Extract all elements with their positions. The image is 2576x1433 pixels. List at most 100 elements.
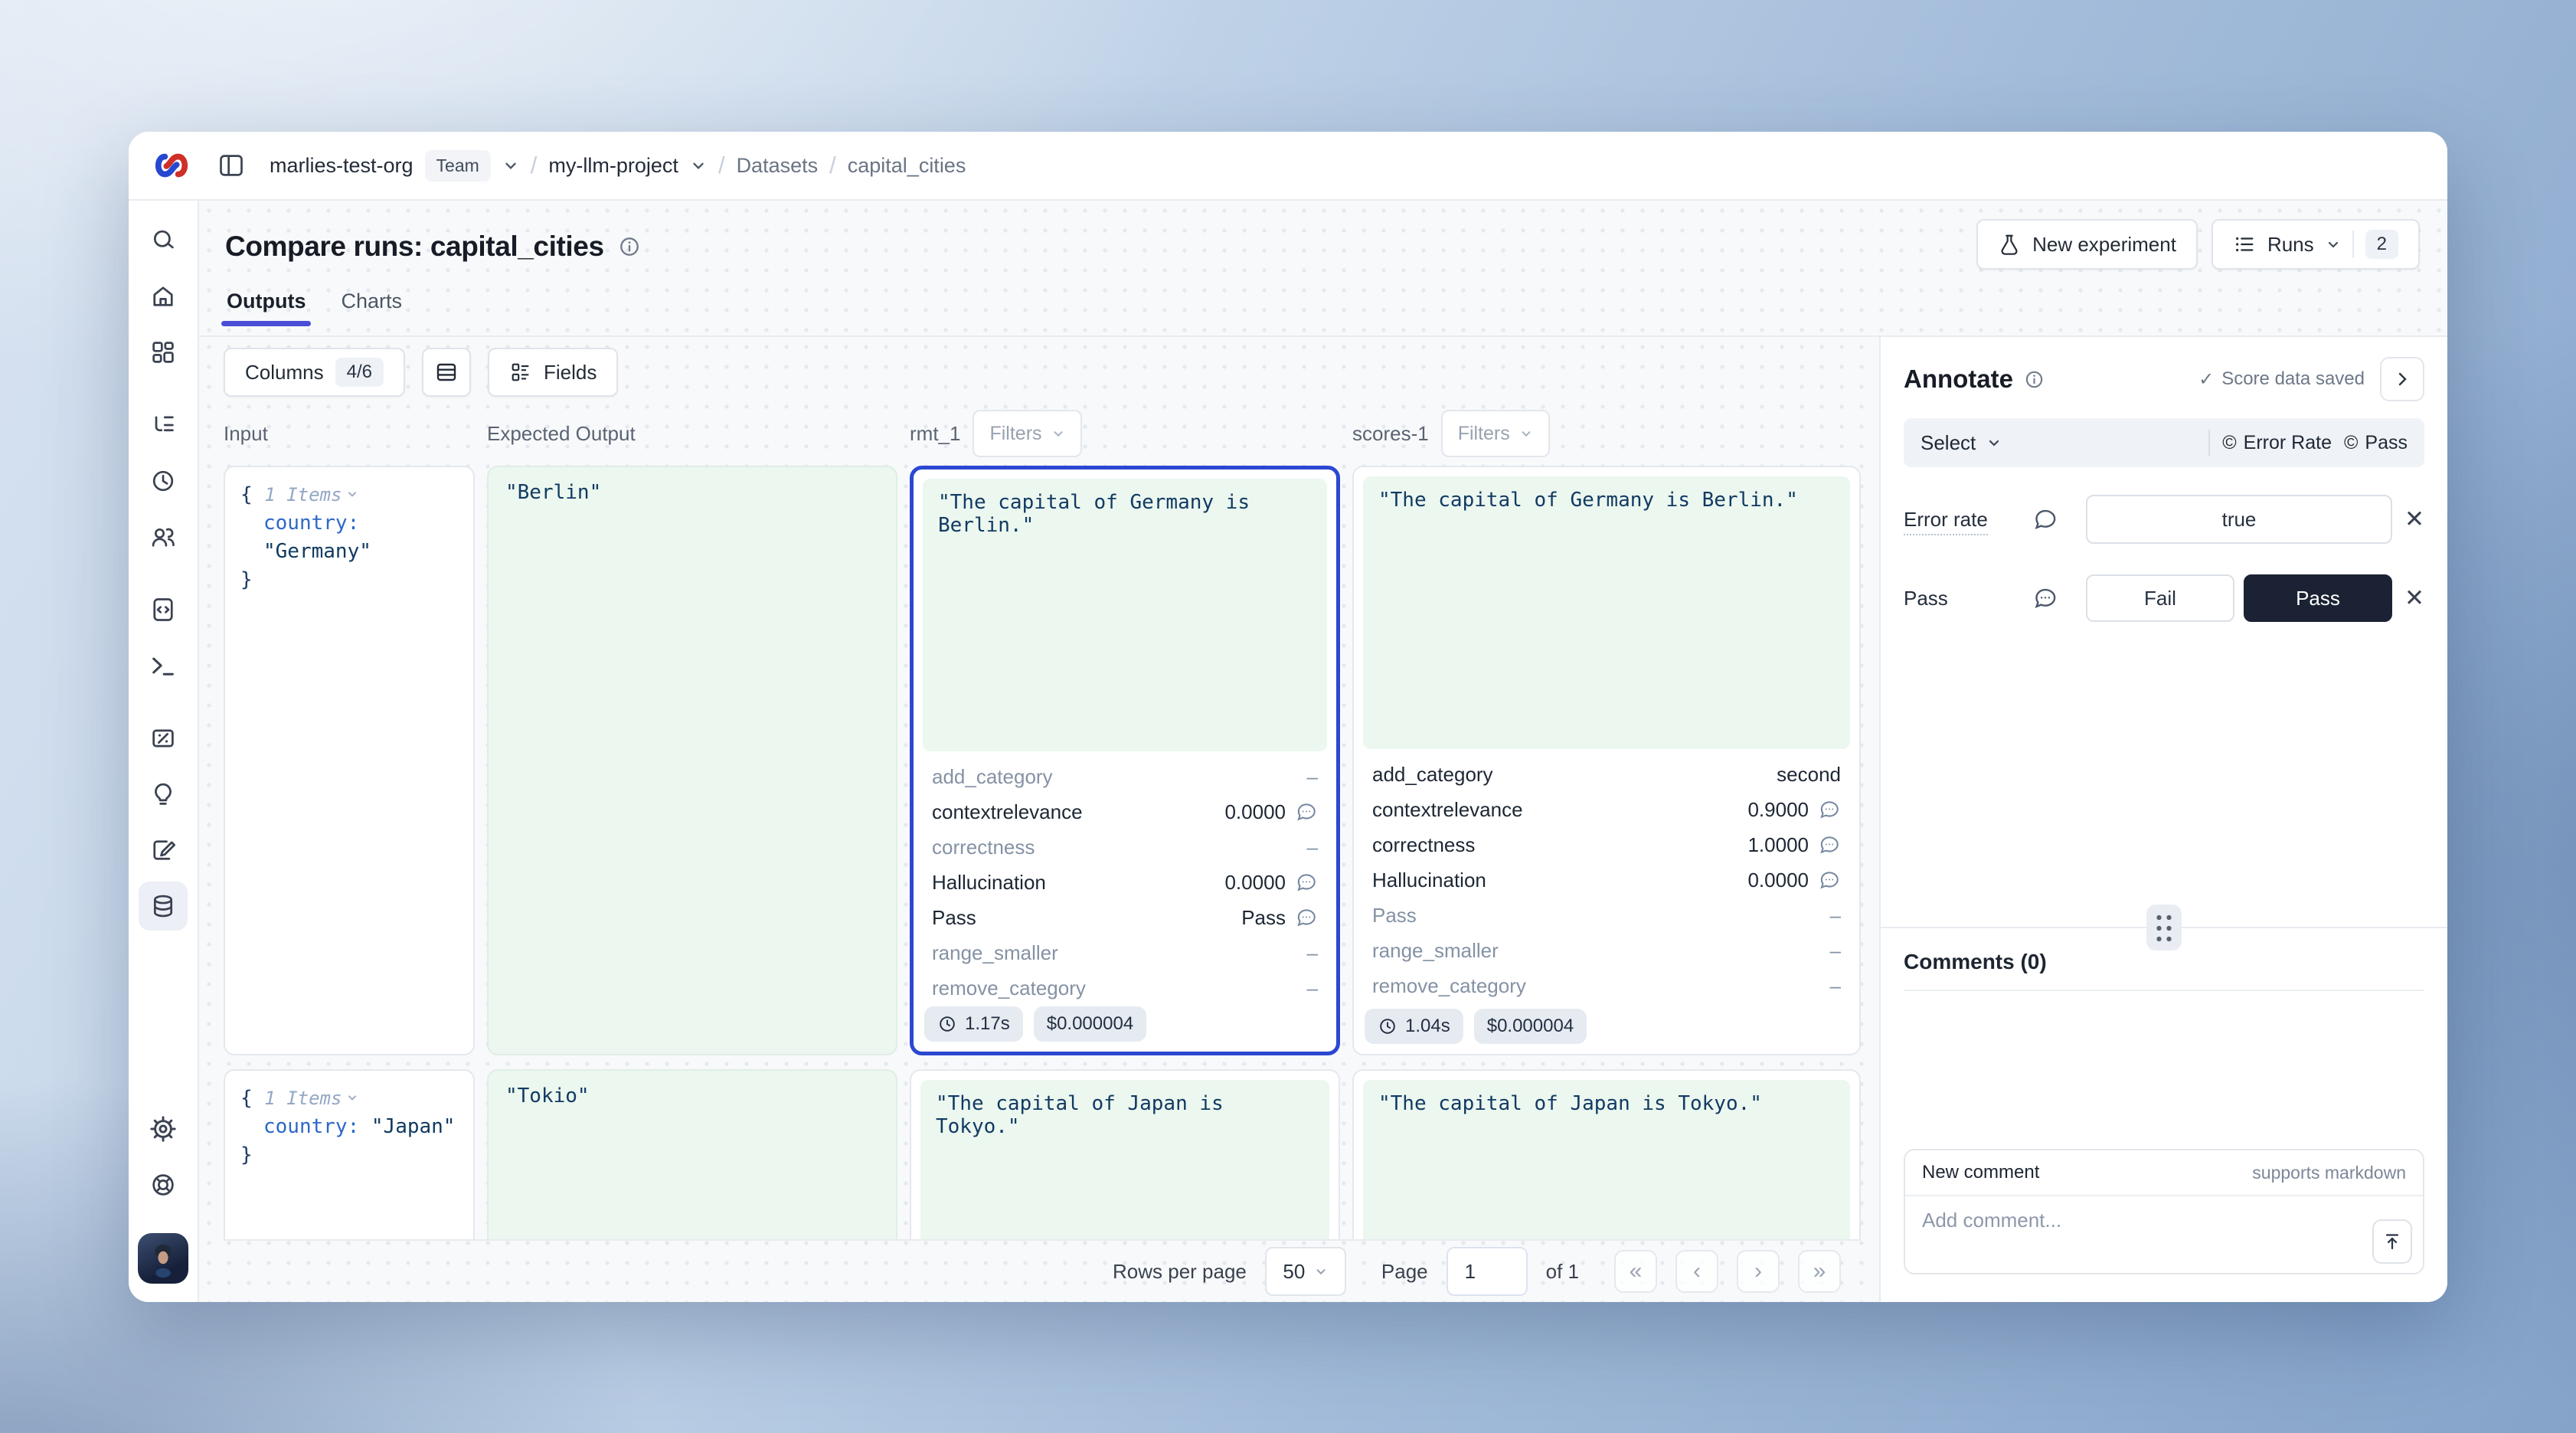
rows-per-page-select[interactable]: 50	[1265, 1247, 1346, 1296]
metric-name: Hallucination	[1372, 869, 1486, 892]
home-icon[interactable]	[139, 272, 188, 321]
info-icon[interactable]	[618, 235, 641, 258]
history-clock-icon[interactable]	[139, 456, 188, 505]
tab-charts[interactable]: Charts	[341, 290, 402, 326]
spec-chip-pass[interactable]: © Pass	[2344, 432, 2408, 454]
fields-button[interactable]: Fields	[488, 348, 618, 397]
metric-name: contextrelevance	[1372, 798, 1523, 822]
submit-comment-button[interactable]	[2372, 1219, 2412, 1264]
metric-name: contextrelevance	[932, 800, 1083, 824]
tab-bar: Outputs Charts	[225, 290, 2421, 326]
expected-output-cell[interactable]: "Tokio"	[487, 1069, 897, 1239]
breadcrumb-page[interactable]: capital_cities	[848, 154, 966, 178]
annotation-spec-icon: ©	[2344, 433, 2358, 453]
metric-value: –	[1307, 977, 1318, 1000]
scores-1-output-cell[interactable]: "The capital of Germany is Berlin." add_…	[1352, 466, 1861, 1055]
code-file-icon[interactable]	[139, 585, 188, 634]
comment-bubble-icon[interactable]	[1295, 906, 1318, 929]
chevron-right-icon	[2393, 370, 2411, 388]
clear-pass-button[interactable]: ✕	[2404, 584, 2424, 612]
boards-grid-icon[interactable]	[139, 328, 188, 377]
first-page-button[interactable]: «	[1614, 1250, 1657, 1293]
insights-bulb-icon[interactable]	[139, 770, 188, 819]
user-avatar[interactable]	[138, 1233, 188, 1284]
metric-row: Hallucination0.0000	[1372, 862, 1841, 898]
comment-bubble-icon[interactable]	[1295, 871, 1318, 894]
comment-bubble-dots-icon[interactable]	[2032, 585, 2086, 611]
chevron-down-icon[interactable]	[502, 157, 519, 174]
help-lifebuoy-icon[interactable]	[139, 1160, 188, 1209]
last-page-button[interactable]: »	[1798, 1250, 1841, 1293]
comment-bubble-icon[interactable]	[1818, 833, 1841, 856]
teams-users-icon[interactable]	[139, 512, 188, 561]
filters-button-scores-1[interactable]: Filters	[1441, 410, 1550, 457]
table-row: { 1 Items country: "Japan" } "Tokio" "Th…	[224, 1069, 1861, 1239]
chevron-down-icon	[1051, 427, 1065, 440]
metric-row: Pass–	[1372, 898, 1841, 933]
previous-page-button[interactable]: ‹	[1675, 1250, 1718, 1293]
columns-count-badge: 4/6	[335, 358, 384, 387]
select-dropdown[interactable]: Select	[1921, 431, 2002, 455]
new-experiment-button[interactable]: New experiment	[1976, 219, 2198, 270]
filters-button-rmt-1[interactable]: Filters	[973, 410, 1081, 457]
tab-outputs[interactable]: Outputs	[227, 290, 306, 326]
metric-row: contextrelevance0.9000	[1372, 792, 1841, 827]
settings-gear-icon[interactable]	[139, 1104, 188, 1153]
json-items-label[interactable]: 1 Items	[264, 484, 342, 505]
next-page-button[interactable]: ›	[1737, 1250, 1780, 1293]
model-output-text: "The capital of Japan is Tokyo."	[920, 1080, 1329, 1239]
columns-button[interactable]: Columns 4/6	[224, 348, 405, 397]
json-items-label[interactable]: 1 Items	[264, 1088, 342, 1109]
new-experiment-label: New experiment	[2032, 233, 2176, 257]
info-icon[interactable]	[2024, 369, 2045, 390]
error-rate-input[interactable]	[2086, 495, 2392, 544]
evaluations-icon[interactable]	[139, 714, 188, 763]
comment-bubble-icon[interactable]	[1818, 798, 1841, 821]
divider	[1904, 990, 2424, 991]
pass-button[interactable]: Pass	[2244, 574, 2392, 622]
clear-error-rate-button[interactable]: ✕	[2404, 505, 2424, 533]
check-icon: ✓	[2198, 368, 2214, 391]
breadcrumb-org[interactable]: marlies-test-org	[270, 154, 414, 178]
input-cell[interactable]: { 1 Items country: "Japan" }	[224, 1069, 475, 1239]
comment-textarea[interactable]	[1905, 1196, 2423, 1273]
breadcrumb-project[interactable]: my-llm-project	[548, 154, 678, 178]
sidebar-toggle-icon[interactable]	[211, 146, 251, 185]
annotations-clipboard-icon[interactable]	[139, 826, 188, 875]
datasets-database-icon[interactable]	[139, 882, 188, 931]
rmt-1-output-cell[interactable]: "The capital of Japan is Tokyo."	[910, 1069, 1340, 1239]
fields-icon	[509, 361, 532, 384]
page-number-input[interactable]	[1447, 1247, 1528, 1296]
fail-button[interactable]: Fail	[2086, 574, 2234, 622]
metric-name: correctness	[932, 836, 1035, 859]
table-row: { 1 Items country: "Germany" } "Berlin" …	[224, 466, 1861, 1055]
json-value: "Japan"	[371, 1115, 456, 1138]
spec-chip-error-rate[interactable]: © Error Rate	[2222, 432, 2332, 454]
rmt-1-output-cell-selected[interactable]: "The capital of Germany is Berlin." add_…	[910, 466, 1340, 1055]
input-cell[interactable]: { 1 Items country: "Germany" }	[224, 466, 475, 1055]
error-rate-label: Error rate	[1904, 508, 1988, 535]
runs-button[interactable]: Runs 2	[2212, 219, 2420, 270]
metric-row: remove_category–	[932, 970, 1318, 1006]
traces-tree-icon[interactable]	[139, 401, 188, 450]
terminal-icon[interactable]	[139, 641, 188, 690]
collapse-panel-button[interactable]	[2380, 357, 2424, 401]
model-output-text: "The capital of Japan is Tokyo."	[1363, 1080, 1850, 1239]
breadcrumb-section[interactable]: Datasets	[737, 154, 819, 178]
metric-row: correctness1.0000	[1372, 827, 1841, 862]
comment-bubble-icon[interactable]	[1295, 800, 1318, 823]
org-logo-icon[interactable]	[152, 148, 191, 183]
chevron-down-icon[interactable]	[690, 157, 707, 174]
comment-bubble-icon[interactable]	[2032, 506, 2086, 532]
row-height-button[interactable]	[422, 348, 471, 397]
comment-bubble-icon[interactable]	[1818, 869, 1841, 892]
json-open-brace: {	[240, 1087, 253, 1110]
scores-1-output-cell[interactable]: "The capital of Japan is Tokyo."	[1352, 1069, 1861, 1239]
expected-output-cell[interactable]: "Berlin"	[487, 466, 897, 1055]
column-header-rmt-1: rmt_1	[910, 422, 960, 446]
resize-drag-handle[interactable]	[2146, 905, 2182, 950]
chevron-down-icon[interactable]	[346, 1091, 358, 1104]
search-icon[interactable]	[139, 216, 188, 265]
chevron-down-icon[interactable]	[346, 488, 358, 500]
metric-name: Pass	[932, 906, 976, 930]
